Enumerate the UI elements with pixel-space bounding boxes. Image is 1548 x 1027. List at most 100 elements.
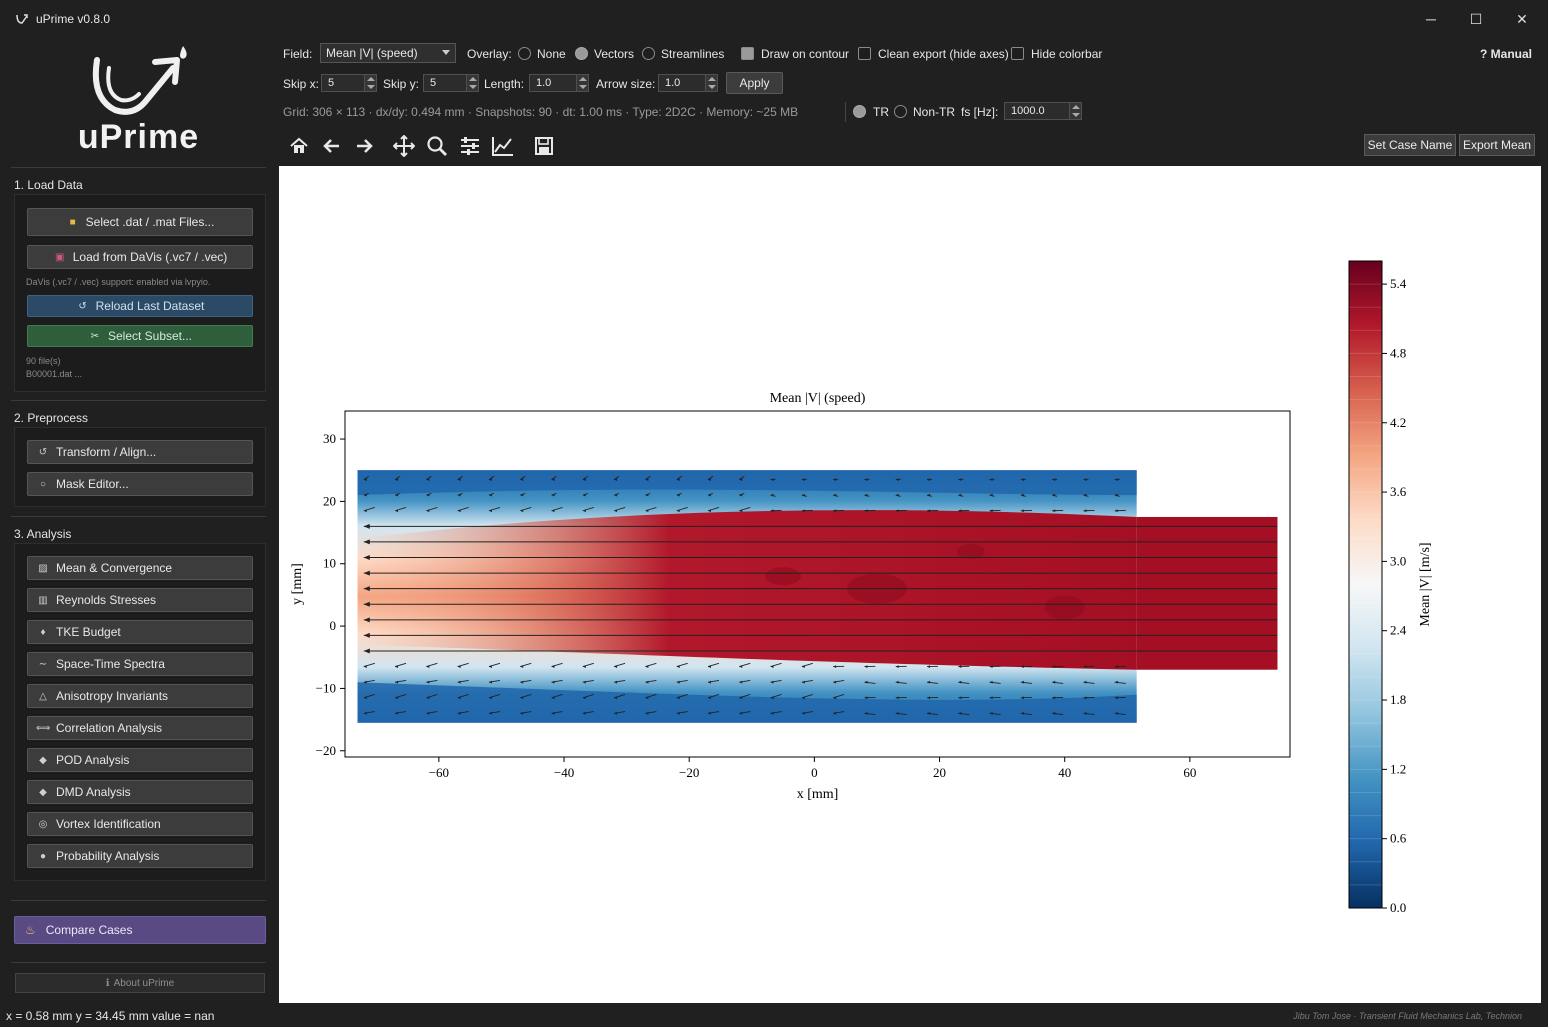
length-spinbox[interactable]: 1.0 [529,74,589,92]
load-davis-button[interactable]: ▣ Load from DaVis (.vc7 / .vec) [27,245,253,269]
field-select[interactable]: Mean |V| (speed) [320,43,456,63]
file-name: B00001.dat ... [26,369,83,379]
analysis-button[interactable]: ◆ POD Analysis [27,748,253,772]
overlay-streamlines-radio[interactable] [642,47,655,60]
skip-y-spinbox[interactable]: 5 [423,74,479,92]
plot-canvas[interactable]: −60 −40 −20 0 20 40 60 −20 −10 0 10 20 30 Mean |V| (… [279,166,1541,1003]
analysis-button[interactable]: ♦ TKE Budget [27,620,253,644]
back-icon[interactable] [319,133,345,159]
forward-icon[interactable] [351,133,377,159]
non-tr-label: Non-TR [913,105,956,119]
analysis-button[interactable]: ⟺ Correlation Analysis [27,716,253,740]
info-icon: ℹ [105,977,110,989]
contour-field [357,470,1278,723]
spin-arrows-icon[interactable] [466,75,478,91]
analysis-button[interactable]: ▥ Reynolds Stresses [27,588,253,612]
home-icon[interactable] [286,133,312,159]
x-tick-label: 0 [811,765,818,780]
analysis-button[interactable]: ▨ Mean & Convergence [27,556,253,580]
edit-axes-icon[interactable] [490,133,516,159]
x-tick-label: −20 [679,765,699,780]
contour-blob [765,567,802,586]
jet-core-field [357,510,1137,670]
mask-editor-button[interactable]: ○ Mask Editor... [27,472,253,496]
hide-colorbar-checkbox[interactable] [1011,47,1024,60]
diamond-icon: ◆ [39,754,47,766]
arrow-size-spinbox[interactable]: 1.0 [658,74,718,92]
triangle-icon: △ [39,690,47,702]
about-button[interactable]: ℹ About uPrime [15,973,265,993]
manual-link[interactable]: ? Manual [1480,47,1532,61]
select-subset-button[interactable]: ✂ Select Subset... [27,325,253,347]
mask-editor-label: Mask Editor... [56,477,129,491]
configure-subplots-icon[interactable] [457,133,483,159]
analysis-button[interactable]: △ Anisotropy Invariants [27,684,253,708]
contour-blob [956,543,985,559]
maximize-button[interactable]: ☐ [1453,0,1499,38]
chart-svg[interactable]: −60 −40 −20 0 20 40 60 −20 −10 0 10 20 30 Mean |V| (… [279,166,1541,1003]
davis-note: DaVis (.vc7 / .vec) support: enabled via… [26,277,211,287]
tr-radio[interactable] [853,105,866,118]
rotate-icon: ↺ [38,446,48,458]
arrows-icon: ⟺ [36,722,51,734]
analysis-button[interactable]: ◆ DMD Analysis [27,780,253,804]
select-files-label: Select .dat / .mat Files... [85,215,215,229]
colorbar-tick-label: 3.0 [1390,553,1406,568]
flame-icon: ♦ [40,626,46,638]
minimize-button[interactable]: ─ [1408,0,1454,38]
analysis-button-label: Probability Analysis [56,849,160,863]
skip-x-spinbox[interactable]: 5 [321,74,377,92]
skip-x-value: 5 [328,77,335,89]
pan-icon[interactable] [391,133,417,159]
transform-button[interactable]: ↺ Transform / Align... [27,440,253,464]
apply-button[interactable]: Apply [726,72,783,94]
mask-icon: ○ [39,478,47,490]
overlay-streamlines-label: Streamlines [661,47,725,61]
overlay-vectors-radio[interactable] [575,47,588,60]
spin-arrows-icon[interactable] [364,75,376,91]
analysis-button[interactable]: ● Probability Analysis [27,844,253,868]
arrow-size-value: 1.0 [665,77,681,89]
x-tick-label: −40 [554,765,574,780]
jet-extension-field [1136,516,1278,670]
spin-arrows-icon[interactable] [1069,103,1081,119]
bar-chart-icon: ▥ [38,594,48,606]
non-tr-radio[interactable] [894,105,907,118]
export-mean-button[interactable]: Export Mean [1459,134,1535,156]
close-button[interactable]: ✕ [1499,0,1545,38]
toolbar: Field: Mean |V| (speed) Overlay: None Ve… [278,38,1548,165]
set-case-name-button[interactable]: Set Case Name [1364,134,1456,156]
analysis-button[interactable]: ∼ Space-Time Spectra [27,652,253,676]
chart-icon: ▨ [38,562,48,574]
analysis-button-label: Reynolds Stresses [56,593,157,607]
analysis-button[interactable]: ◎ Vortex Identification [27,812,253,836]
spin-arrows-icon[interactable] [705,75,717,91]
length-label: Length: [484,77,525,91]
overlay-none-radio[interactable] [518,47,531,60]
spin-arrows-icon[interactable] [576,75,588,91]
fs-value: 1000.0 [1011,105,1045,117]
divider [11,516,266,517]
app-window: uPrime v0.8.0 ─ ☐ ✕ uPrime 1. Load Data … [0,0,1548,1027]
status-bar: x = 0.58 mm y = 34.45 mm value = nan Jib… [0,1005,1548,1027]
section-title-preprocess: 2. Preprocess [14,411,89,425]
y-tick-label: 0 [330,618,337,633]
analysis-button-label: Anisotropy Invariants [56,689,169,703]
x-tick-label: 60 [1183,765,1196,780]
draw-on-contour-checkbox[interactable] [741,47,754,60]
save-icon[interactable] [531,133,557,159]
zoom-icon[interactable] [424,133,450,159]
app-icon [16,14,28,24]
fs-spinbox[interactable]: 1000.0 [1004,102,1082,120]
transform-label: Transform / Align... [56,445,157,459]
colorbar-tick-label: 1.8 [1390,692,1406,707]
clean-export-checkbox[interactable] [858,47,871,60]
y-tick-label: −20 [316,743,336,758]
analysis-button-label: TKE Budget [56,625,121,639]
tr-label: TR [873,105,889,119]
compare-cases-button[interactable]: ♨ Compare Cases [14,916,266,944]
select-files-button[interactable]: ■ Select .dat / .mat Files... [27,208,253,236]
reload-button[interactable]: ↺ Reload Last Dataset [27,295,253,317]
dataset-info: Grid: 306 × 113 · dx/dy: 0.494 mm · Snap… [283,105,799,119]
diamond-icon: ◆ [39,786,47,798]
